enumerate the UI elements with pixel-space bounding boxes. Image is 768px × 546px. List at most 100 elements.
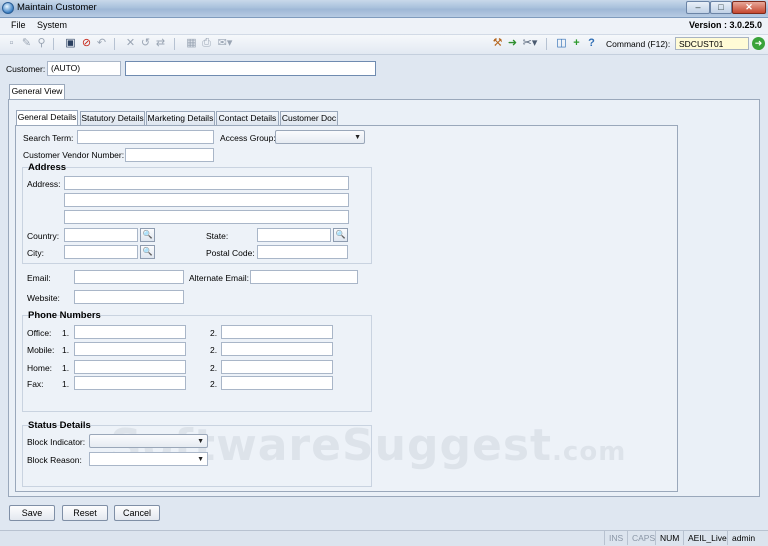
home-number-1-label: 1. [62,363,70,373]
customer-name-field[interactable] [125,61,376,76]
fax-number-2-label: 2. [210,379,218,389]
address-title: Address [28,162,67,173]
command-label: Command (F12): [606,39,671,49]
go-icon[interactable]: ➜ [752,37,765,50]
search-term-label: Search Term: [23,133,74,143]
state-lookup-icon[interactable]: 🔍 [333,228,348,242]
help-icon[interactable]: ? [585,37,598,50]
settings-icon[interactable]: ✂▾ [521,37,539,50]
grid-icon[interactable]: ▦ [185,37,198,50]
home-phone-1-field[interactable] [74,360,186,374]
home-phone-2-field[interactable] [221,360,333,374]
delete-icon[interactable]: ✕ [124,37,137,50]
cancel-icon[interactable]: ⊘ [80,37,93,50]
mobile-number-1-label: 1. [62,345,70,355]
chevron-down-icon: ▼ [197,456,204,463]
undo-icon[interactable]: ↶ [95,37,108,50]
access-group-select[interactable]: ▼ [275,130,365,144]
status-details-title: Status Details [28,420,91,431]
block-indicator-label: Block Indicator: [27,437,86,447]
fax-1-field[interactable] [74,376,186,390]
fax-label: Fax: [27,379,44,389]
toolbar-separator [546,38,547,50]
edit-icon[interactable]: ✎ [20,37,33,50]
tab-general-details[interactable]: General Details [16,110,78,126]
window-title: Maintain Customer [17,2,97,13]
tab-marketing-details[interactable]: Marketing Details [146,111,215,125]
address-line-2[interactable] [64,193,349,207]
state-field[interactable] [257,228,331,242]
alternate-email-field[interactable] [250,270,358,284]
postal-code-label: Postal Code: [206,248,255,258]
alternate-email-label: Alternate Email: [189,273,249,283]
tab-general-view[interactable]: General View [9,84,65,100]
address-line-3[interactable] [64,210,349,224]
status-ins: INS [604,531,627,545]
refresh-icon[interactable]: ⇄ [154,37,167,50]
save-icon[interactable]: ▣ [64,37,77,50]
status-database: AEIL_Live [683,531,731,545]
toolbar: ▫ ✎ ⚲ ▣ ⊘ ↶ ✕ ↺ ⇄ ▦ ⎙ ✉▾ ⚒ ➜ ✂▾ ◫ + ? Co… [0,35,768,55]
office-number-1-label: 1. [62,328,70,338]
print-icon[interactable]: ⎙ [200,37,213,50]
block-reason-select[interactable]: ▼ [89,452,208,466]
title-bar: Maintain Customer – □ ✕ [0,0,768,18]
email-icon[interactable]: ✉▾ [216,37,234,50]
fax-2-field[interactable] [221,376,333,390]
city-lookup-icon[interactable]: 🔍 [140,245,155,259]
new-icon[interactable]: ▫ [5,37,18,50]
menu-system[interactable]: System [37,20,67,30]
chevron-down-icon: ▼ [197,438,204,445]
phone-numbers-title: Phone Numbers [28,310,101,321]
vendor-number-field[interactable] [125,148,214,162]
menu-bar: File System Version : 3.0.25.0 [0,18,768,35]
command-input[interactable]: SDCUST01 [675,37,749,50]
address-line-1[interactable] [64,176,349,190]
exit-icon[interactable]: ➜ [506,37,519,50]
tab-statutory-details[interactable]: Statutory Details [80,111,145,125]
office-number-2-label: 2. [210,328,218,338]
watermark-suffix: .com [552,437,627,467]
window-icon[interactable]: ◫ [555,37,568,50]
city-label: City: [27,248,44,258]
country-lookup-icon[interactable]: 🔍 [140,228,155,242]
minimize-button[interactable]: – [686,1,710,14]
revert-icon[interactable]: ↺ [139,37,152,50]
vendor-number-label: Customer Vendor Number: [23,150,125,160]
postal-code-field[interactable] [257,245,348,259]
reset-button[interactable]: Reset [62,505,108,521]
email-field[interactable] [74,270,184,284]
toolbar-separator [174,38,175,50]
cancel-button[interactable]: Cancel [114,505,160,521]
customer-label: Customer: [6,64,46,74]
tab-contact-details[interactable]: Contact Details [216,111,279,125]
close-button[interactable]: ✕ [732,1,766,14]
tools-icon[interactable]: ⚒ [491,37,504,50]
fax-number-1-label: 1. [62,379,70,389]
add-icon[interactable]: + [570,37,583,50]
mobile-phone-2-field[interactable] [221,342,333,356]
maximize-button[interactable]: □ [710,1,732,14]
block-indicator-select[interactable]: ▼ [89,434,208,448]
version-label: Version : 3.0.25.0 [688,20,762,30]
save-button[interactable]: Save [9,505,55,521]
status-user: admin [727,531,759,545]
office-phone-2-field[interactable] [221,325,333,339]
access-group-label: Access Group: [220,133,276,143]
mobile-phone-1-field[interactable] [74,342,186,356]
toolbar-separator [53,38,54,50]
city-field[interactable] [64,245,138,259]
chevron-down-icon: ▼ [354,134,361,141]
customer-code-field[interactable]: (AUTO) [47,61,121,76]
tab-customer-doc[interactable]: Customer Doc [280,111,338,125]
country-label: Country: [27,231,60,241]
address-label: Address: [27,179,61,189]
menu-file[interactable]: File [11,20,26,30]
mobile-number-2-label: 2. [210,345,218,355]
website-field[interactable] [74,290,184,304]
country-field[interactable] [64,228,138,242]
office-phone-1-field[interactable] [74,325,186,339]
search-term-field[interactable] [77,130,214,144]
find-icon[interactable]: ⚲ [35,37,48,50]
home-number-2-label: 2. [210,363,218,373]
